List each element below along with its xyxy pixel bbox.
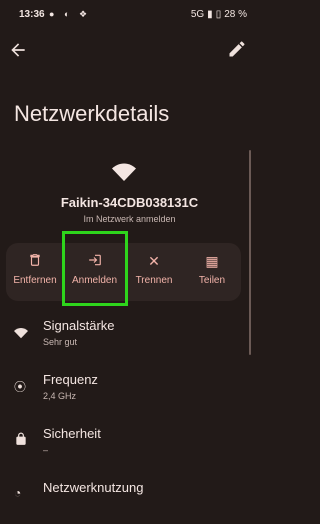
edit-icon[interactable]	[227, 39, 247, 59]
wifi-icon	[112, 163, 136, 181]
list-item-frequency[interactable]: ⦿ Frequenz 2,4 GHz	[0, 372, 259, 416]
close-icon: ✕	[148, 253, 160, 269]
data-usage-title: Netzwerknutzung	[43, 480, 144, 495]
chat-icon: ◐	[64, 9, 70, 19]
frequency-value: 2,4 GHz	[43, 391, 77, 401]
antenna-icon: ⦿	[14, 380, 27, 394]
list-item-data-usage[interactable]: ◔ Netzwerknutzung	[0, 480, 259, 524]
highlight-box	[62, 231, 128, 306]
remove-button[interactable]: Entfernen	[6, 243, 64, 301]
list-item-signal[interactable]: Signalstärke Sehr gut	[0, 318, 259, 362]
signal-title: Signalstärke	[43, 318, 115, 333]
frequency-title: Frequenz	[43, 372, 98, 387]
trash-icon	[6, 253, 64, 269]
lock-icon	[16, 432, 26, 445]
share-label: Teilen	[198, 275, 226, 286]
disconnect-button[interactable]: ✕ Trennen	[125, 243, 183, 301]
signal-icon: ▮	[207, 9, 213, 20]
page-title: Netzwerkdetails	[14, 101, 170, 126]
network-ssid: Faikin-34CDB038131C	[60, 195, 199, 210]
data-usage-icon: ◔	[14, 486, 22, 500]
battery-percent: 28 %	[224, 9, 247, 20]
security-title: Sicherheit	[43, 426, 101, 441]
network-status: Im Netzwerk anmelden	[83, 214, 176, 224]
remove-label: Entfernen	[13, 275, 57, 286]
disconnect-label: Trennen	[135, 275, 173, 286]
status-time: 13:36	[19, 9, 45, 20]
wifi-icon	[14, 328, 28, 339]
dropbox-icon: ❖	[79, 9, 88, 19]
security-value: –	[43, 445, 49, 455]
notification-dot-icon: ●	[49, 9, 55, 19]
share-button[interactable]: ▦ Teilen	[183, 243, 241, 301]
qr-code-icon: ▦	[205, 253, 219, 269]
list-item-security[interactable]: Sicherheit –	[0, 426, 259, 470]
status-bar: 13:36 ● ◐ ❖ 5G ▮ ▯ 28 %	[0, 0, 259, 30]
network-type: 5G	[190, 9, 205, 20]
signal-value: Sehr gut	[43, 337, 78, 347]
scrollbar[interactable]	[249, 150, 251, 355]
battery-icon: ▯	[215, 9, 222, 20]
back-arrow-icon[interactable]	[8, 40, 28, 60]
top-app-bar	[0, 34, 259, 66]
status-right: 5G ▮ ▯ 28 %	[191, 9, 247, 20]
